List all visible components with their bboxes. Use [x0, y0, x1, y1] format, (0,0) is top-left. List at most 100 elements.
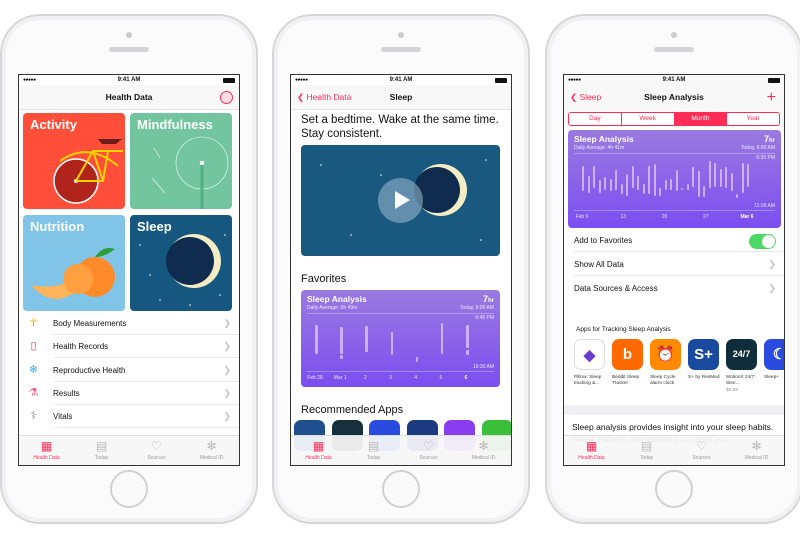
chevron-right-icon: ❯: [223, 387, 231, 398]
divider: [53, 427, 239, 429]
segment-week[interactable]: Week: [620, 113, 674, 125]
list-row-results[interactable]: ⚗ Results ❯: [19, 382, 239, 405]
row-label: Vitals: [53, 412, 73, 422]
tile-nutrition[interactable]: Nutrition: [23, 215, 125, 311]
sleep-bar: [741, 162, 744, 193]
tile-mindfulness[interactable]: Mindfulness: [130, 113, 232, 209]
tab-sources[interactable]: ♡ Sources: [674, 436, 729, 465]
app-icon-motionx[interactable]: 24/7: [726, 339, 757, 370]
speaker: [381, 47, 421, 52]
tab-today[interactable]: ▤ Today: [619, 436, 674, 465]
back-label: Health Data: [306, 92, 352, 102]
segment-month[interactable]: Month: [673, 113, 727, 125]
tab-medical-id[interactable]: ✻ Medical ID: [456, 436, 511, 465]
segment-day[interactable]: Day: [569, 113, 621, 125]
sleep-analysis-card[interactable]: Sleep Analysis Daily Average: 4h 41m 7hr …: [568, 130, 781, 228]
add-button[interactable]: +: [767, 85, 776, 110]
app-icon-sleep[interactable]: ⏰: [650, 339, 681, 370]
row-label: Results: [53, 388, 80, 398]
x-axis-label: 20: [661, 214, 668, 220]
list-row-vitals[interactable]: ⚕ Vitals ❯: [19, 405, 239, 429]
card-title: Sleep Analysis: [574, 134, 634, 144]
sleep-bar: [681, 188, 683, 190]
list-row-reproductive-health[interactable]: ❄ Reproductive Health ❯: [19, 359, 239, 382]
tab-today[interactable]: ▤ Today: [74, 436, 129, 465]
sleep-bar: [604, 177, 606, 190]
list-row-body-measurements[interactable]: ☥ Body Measurements ❯: [19, 312, 239, 335]
tab-bar: ▦ Health Data ▤ Today ♡ Sources ✻ Medical ID: [291, 435, 511, 465]
sleep-bar: [653, 164, 656, 196]
download-heart-icon: ♡: [151, 439, 162, 453]
data-sources-row[interactable]: Data Sources & Access ❯: [564, 277, 784, 300]
tab-health-data[interactable]: ▦ Health Data: [19, 436, 74, 465]
divider: [307, 371, 494, 372]
app-name[interactable]: MotionX 24/7: Slee...: [726, 375, 762, 387]
tab-health-data[interactable]: ▦ Health Data: [564, 436, 619, 465]
sleep-bar: [365, 326, 368, 352]
page-title: Sleep Analysis: [644, 92, 704, 102]
tile-label: Activity: [30, 117, 77, 132]
home-button[interactable]: [110, 470, 148, 508]
favorites-toggle[interactable]: [749, 234, 776, 249]
status-time: 9:41 AM: [117, 77, 141, 83]
app-name[interactable]: S+ by ResMed: [688, 375, 724, 381]
tab-label: Health Data: [305, 455, 332, 461]
phone-sleep: ●●●●● 9:41 AM ❮ Health Data Sleep Set a be…: [272, 14, 530, 524]
app-name[interactable]: Sleep Cycle alarm clock: [650, 375, 686, 387]
home-button[interactable]: [655, 470, 693, 508]
tab-medical-id[interactable]: ✻ Medical ID: [729, 436, 784, 465]
back-button[interactable]: ❮ Sleep: [570, 85, 601, 110]
tab-label: Medical ID: [471, 455, 496, 461]
profile-avatar-icon[interactable]: [220, 91, 233, 104]
tab-today[interactable]: ▤ Today: [346, 436, 401, 465]
sleep-analysis-card[interactable]: Sleep Analysis Daily Average: 5h 49m 7hr …: [301, 290, 500, 387]
row-label: Data Sources & Access: [574, 284, 658, 293]
play-button[interactable]: [378, 178, 423, 223]
status-bar: ●●●●● 9:41 AM: [291, 75, 511, 85]
toggle-knob: [762, 235, 775, 248]
back-button[interactable]: ❮ Health Data: [297, 85, 351, 110]
tile-sleep[interactable]: Sleep: [130, 215, 232, 311]
grid-icon: ▦: [40, 439, 53, 453]
app-icon-s+[interactable]: S+: [688, 339, 719, 370]
x-axis-label: 6: [464, 375, 468, 381]
x-axis-label: 2: [363, 375, 367, 381]
video-player[interactable]: [301, 145, 500, 256]
sleep-bar: [747, 164, 749, 188]
peach-icon: [31, 248, 115, 299]
sleep-bar: [315, 324, 318, 354]
status-time: 9:41 AM: [389, 77, 413, 83]
show-all-data-row[interactable]: Show All Data ❯: [564, 253, 784, 276]
sleep-bar: [340, 327, 343, 354]
card-value: 7hr: [764, 134, 775, 144]
app-name[interactable]: Sleep+: [764, 375, 784, 381]
sleep-bar: [703, 185, 705, 198]
list-row-health-records[interactable]: ▯ Health Records ❯: [19, 335, 239, 359]
battery-icon: [768, 78, 780, 83]
x-axis-label: 5: [439, 375, 443, 381]
segment-year[interactable]: Year: [726, 113, 779, 125]
moon-icon: [139, 234, 226, 306]
tab-sources[interactable]: ♡ Sources: [129, 436, 184, 465]
divider: [307, 313, 494, 314]
tab-medical-id[interactable]: ✻ Medical ID: [184, 436, 239, 465]
tab-health-data[interactable]: ▦ Health Data: [291, 436, 346, 465]
home-button[interactable]: [382, 470, 420, 508]
row-label: Reproductive Health: [53, 365, 126, 375]
app-name[interactable]: Beddit Sleep Tracker: [612, 375, 648, 387]
app-icon-pillow[interactable]: ◆: [574, 339, 605, 370]
row-label: Add to Favorites: [574, 236, 633, 245]
row-label: Health Records: [53, 342, 109, 352]
app-icon-beddit[interactable]: b: [612, 339, 643, 370]
camera: [398, 32, 404, 38]
tab-bar: ▦ Health Data ▤ Today ♡ Sources ✻ Medical ID: [564, 435, 784, 465]
sleep-bar: [631, 165, 634, 189]
app-icon-sleep+[interactable]: ☾: [764, 339, 784, 370]
tile-activity[interactable]: Activity: [23, 113, 125, 209]
app-name[interactable]: Pillow: Sleep tracking &...: [574, 375, 610, 387]
sleep-bar: [670, 178, 672, 190]
tab-sources[interactable]: ♡ Sources: [401, 436, 456, 465]
sleep-bar: [609, 178, 612, 192]
sleep-bar: [637, 175, 639, 190]
signal-icon: ●●●●●: [23, 77, 36, 83]
